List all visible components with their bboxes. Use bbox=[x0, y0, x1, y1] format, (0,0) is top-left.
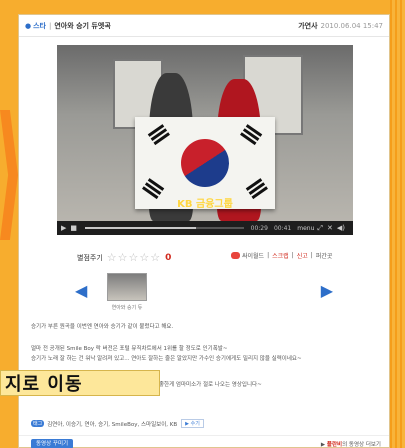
share-separator: | bbox=[310, 252, 313, 259]
bottom-bar: 동영상 꾸미기 ▶ 플란비의 동영상 더보기 bbox=[19, 435, 389, 448]
fullscreen-icon[interactable]: ⤢ bbox=[317, 224, 323, 233]
play-icon[interactable]: ▶ bbox=[61, 224, 66, 232]
tag-more-button[interactable]: ▶ 수기 bbox=[181, 419, 204, 428]
trigram-top-right bbox=[245, 124, 263, 137]
more-suffix: 의 동영상 더보기 bbox=[342, 442, 381, 448]
share-cyworld[interactable]: 싸이월드 bbox=[242, 251, 264, 260]
share-row: 싸이월드 | 스크랩 | 신고 | 퍼간곳 bbox=[231, 251, 335, 260]
prev-arrow-icon[interactable]: ◀ bbox=[75, 281, 87, 300]
related-thumbnails: ◀ 연아와 승기 듀 ▶ bbox=[75, 273, 333, 315]
kb-logo: KB 금융그룹 bbox=[177, 198, 233, 210]
share-separator: | bbox=[267, 252, 270, 259]
rating-label: 별점주기 bbox=[77, 253, 103, 262]
share-scrap[interactable]: 스크랩 bbox=[272, 251, 289, 260]
tag-badge: 태그 bbox=[31, 420, 45, 427]
tag-list[interactable]: 김연아, 이승기, 연아, 승기, SmileBoy, 스마일보이, KB bbox=[47, 420, 177, 428]
share-taken-places[interactable]: 퍼간곳 bbox=[316, 251, 333, 260]
bullet-icon: ● bbox=[25, 21, 32, 30]
thumbnail-caption[interactable]: 연아와 승기 듀 bbox=[97, 304, 157, 311]
background-pattern bbox=[390, 0, 405, 448]
progress-bar[interactable] bbox=[85, 227, 244, 229]
body-line-1: 승기가 부른 원곡을 이번엔 연아와 승기가 같이 불렀다고 해요. bbox=[31, 324, 174, 330]
trigram-bottom-left bbox=[147, 178, 165, 191]
body-line-3: 승기가 노래 잘 하는 건 워낙 알려져 있고... 연아도 잘하는 줄은 알았… bbox=[31, 356, 302, 362]
close-icon[interactable]: ✕ bbox=[327, 224, 333, 232]
overlay-caption: 지로 이동 bbox=[0, 370, 160, 396]
more-owner: 플란비 bbox=[326, 442, 343, 448]
rating-stars[interactable]: ☆☆☆☆☆ bbox=[107, 251, 161, 264]
rating-row: 별점주기 ☆☆☆☆☆ 0 bbox=[77, 251, 171, 264]
video-frame[interactable]: KB 금융그룹 bbox=[57, 45, 353, 221]
video-player[interactable]: KB 금융그룹 ▶ ■ 00:29 00:41 menu ⤢ ✕ ◀) bbox=[57, 45, 353, 235]
time-total: 00:41 bbox=[273, 224, 292, 232]
category-link[interactable]: 스타 bbox=[33, 21, 46, 31]
cyworld-icon bbox=[231, 252, 240, 259]
thumbnail-item[interactable] bbox=[107, 273, 147, 301]
post-title: 연아와 승기 듀엣곡 bbox=[54, 21, 111, 30]
post-title-bar: ● 스타 | 연아와 승기 듀엣곡 가연사 2010.06.04 15:47 bbox=[19, 15, 389, 37]
tags-row: 태그 김연아, 이승기, 연아, 승기, SmileBoy, 스마일보이, KB… bbox=[31, 419, 204, 428]
share-separator: | bbox=[291, 252, 294, 259]
volume-icon[interactable]: ◀) bbox=[337, 224, 345, 232]
stop-icon[interactable]: ■ bbox=[70, 224, 77, 232]
taegeuk-symbol bbox=[171, 129, 239, 197]
rating-count: 0 bbox=[165, 252, 172, 263]
time-current: 00:29 bbox=[250, 224, 268, 232]
more-videos-link[interactable]: ▶ 플란비의 동영상 더보기 bbox=[321, 440, 381, 448]
left-arrow-decoration bbox=[0, 110, 18, 240]
body-line-2: 얼마 전 공개된 Smile Boy 락 버전은 포털 뮤직차트에서 1위를 할… bbox=[31, 346, 228, 352]
progress-fill bbox=[85, 227, 197, 229]
next-arrow-icon[interactable]: ▶ bbox=[321, 281, 333, 300]
share-report[interactable]: 신고 bbox=[297, 251, 308, 260]
author-name[interactable]: 가연사 bbox=[298, 21, 317, 31]
player-menu-button[interactable]: menu bbox=[297, 225, 314, 232]
post-datetime: 2010.06.04 15:47 bbox=[320, 21, 383, 30]
player-controls: ▶ ■ 00:29 00:41 menu ⤢ ✕ ◀) bbox=[57, 221, 353, 235]
trigram-bottom-right bbox=[245, 178, 263, 191]
title-separator: | bbox=[49, 21, 52, 30]
body-line-4: 좋한게 엄마미소가 절로 나오는 영상입니다~ bbox=[159, 382, 262, 388]
trigram-top-left bbox=[147, 124, 165, 137]
decorate-video-button[interactable]: 동영상 꾸미기 bbox=[31, 439, 74, 448]
